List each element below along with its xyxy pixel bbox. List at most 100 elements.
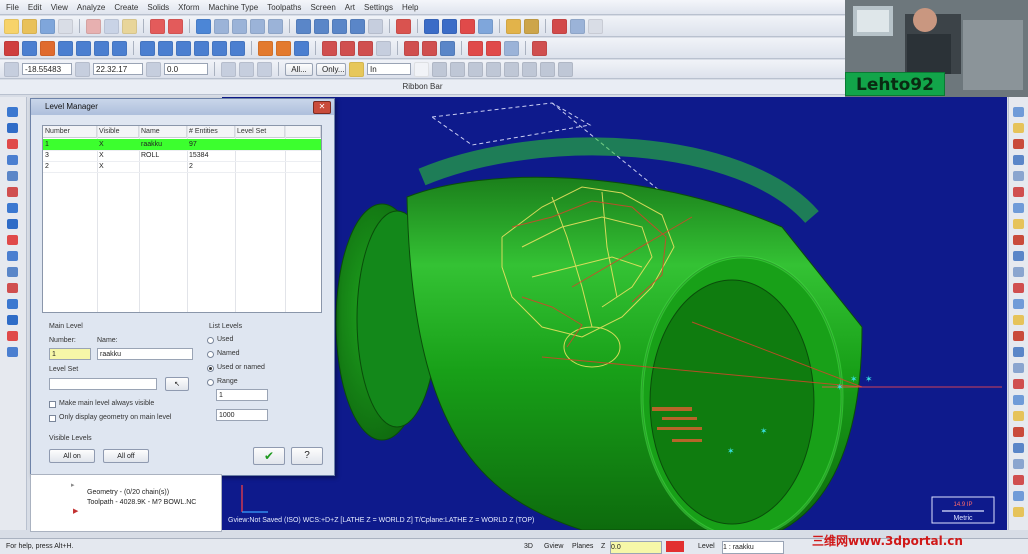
snap-icon[interactable] (221, 61, 236, 77)
radio-range[interactable] (207, 379, 214, 386)
rail-tool-icon[interactable] (7, 251, 18, 261)
rail-tool-icon[interactable] (7, 283, 18, 293)
analyze-icon[interactable] (424, 18, 439, 34)
rail-tool-icon[interactable] (1013, 187, 1024, 197)
ok-check-icon[interactable]: ✔ (253, 447, 285, 465)
surface-ruled-icon[interactable] (440, 40, 455, 56)
post-icon[interactable] (524, 18, 539, 34)
autocursor-icon[interactable] (4, 61, 19, 77)
x-coordinate-field[interactable]: -18.55483 (22, 63, 72, 75)
join-icon[interactable] (176, 40, 191, 56)
rail-tool-icon[interactable] (1013, 379, 1024, 389)
rail-tool-icon[interactable] (1013, 491, 1024, 501)
copy-icon[interactable] (104, 18, 119, 34)
line-icon[interactable] (22, 40, 37, 56)
rail-tool-icon[interactable] (1013, 427, 1024, 437)
translate-icon[interactable] (276, 40, 291, 56)
backplot-icon[interactable] (478, 18, 493, 34)
stock-icon[interactable] (532, 40, 547, 56)
zoom-icon[interactable] (250, 18, 265, 34)
wireframe-icon[interactable] (368, 18, 383, 34)
solid-select-icon[interactable] (504, 61, 519, 77)
rail-tool-icon[interactable] (1013, 107, 1024, 117)
range-to-input[interactable]: 1000 (216, 409, 268, 421)
rail-tool-icon[interactable] (1013, 267, 1024, 277)
select-all-button[interactable]: All... (285, 62, 313, 76)
redo-icon[interactable] (168, 18, 183, 34)
gview-button[interactable]: Gview (544, 541, 563, 552)
fillet-icon[interactable] (76, 40, 91, 56)
rail-tool-icon[interactable] (7, 203, 18, 213)
lathe-finish-icon[interactable] (486, 40, 501, 56)
check-icon[interactable] (552, 18, 567, 34)
solid-sweep-icon[interactable] (358, 40, 373, 56)
left-toolbar-icons[interactable] (0, 97, 26, 530)
table-row[interactable]: 2 X 2 (43, 161, 321, 173)
lathe-groove-icon[interactable] (504, 40, 519, 56)
all-on-button[interactable]: All on (49, 449, 95, 463)
surface-loft-icon[interactable] (422, 40, 437, 56)
view-side-icon[interactable] (332, 18, 347, 34)
area-select-icon[interactable] (486, 61, 501, 77)
menu-item-help[interactable]: Help (402, 3, 418, 12)
offset-icon[interactable] (194, 40, 209, 56)
radio-used[interactable] (207, 337, 214, 344)
zoom-window-icon[interactable] (214, 18, 229, 34)
rail-tool-icon[interactable] (1013, 459, 1024, 469)
trim-icon[interactable] (140, 40, 155, 56)
grid-icon[interactable] (239, 61, 254, 77)
rail-tool-icon[interactable] (1013, 251, 1024, 261)
rail-tool-icon[interactable] (1013, 203, 1024, 213)
col-header-level-set[interactable]: Level Set (235, 126, 285, 138)
col-header-entities[interactable]: # Entities (187, 126, 235, 138)
toolpath-icon[interactable] (460, 18, 475, 34)
menu-item-screen[interactable]: Screen (310, 3, 335, 12)
rail-tool-icon[interactable] (1013, 475, 1024, 485)
tree-item-geometry[interactable]: Geometry - (0/20 chain(s)) (87, 489, 169, 496)
always-visible-checkbox[interactable] (49, 401, 56, 408)
rail-tool-icon[interactable] (1013, 123, 1024, 133)
rail-tool-icon[interactable] (7, 139, 18, 149)
menu-item-create[interactable]: Create (114, 3, 138, 12)
color-select-icon[interactable] (522, 61, 537, 77)
open-file-icon[interactable] (22, 18, 37, 34)
menu-item-machine-type[interactable]: Machine Type (209, 3, 259, 12)
lathe-rough-icon[interactable] (468, 40, 483, 56)
rotate-icon[interactable] (230, 40, 245, 56)
rail-tool-icon[interactable] (1013, 395, 1024, 405)
close-icon[interactable]: ✕ (313, 101, 331, 114)
menu-item-settings[interactable]: Settings (364, 3, 393, 12)
rail-tool-icon[interactable] (1013, 155, 1024, 165)
ortho-icon[interactable] (257, 61, 272, 77)
select-cursor-icon[interactable] (349, 61, 364, 77)
col-header-name[interactable]: Name (139, 126, 187, 138)
menu-item-edit[interactable]: Edit (28, 3, 42, 12)
point-icon[interactable] (4, 40, 19, 56)
verify-icon[interactable] (506, 18, 521, 34)
save-icon[interactable] (40, 18, 55, 34)
chamfer-icon[interactable] (94, 40, 109, 56)
rail-tool-icon[interactable] (1013, 299, 1024, 309)
rail-tool-icon[interactable] (1013, 363, 1024, 373)
rail-tool-icon[interactable] (7, 299, 18, 309)
y-coordinate-field[interactable]: 22.32.17 (93, 63, 143, 75)
range-from-input[interactable]: 1 (216, 389, 268, 401)
menu-item-file[interactable]: File (6, 3, 19, 12)
menu-item-analyze[interactable]: Analyze (77, 3, 105, 12)
rail-tool-icon[interactable] (7, 123, 18, 133)
right-toolbar-icons[interactable] (1009, 97, 1028, 530)
radio-used-or-named[interactable] (207, 365, 214, 372)
rail-tool-icon[interactable] (1013, 411, 1024, 421)
rail-tool-icon[interactable] (1013, 235, 1024, 245)
rail-tool-icon[interactable] (1013, 171, 1024, 181)
rail-tool-icon[interactable] (7, 267, 18, 277)
verify-select-icon[interactable] (558, 61, 573, 77)
color-swatch[interactable] (666, 541, 684, 552)
tree-item-toolpath[interactable]: Toolpath - 4028.9K - M? BOWL.NC (87, 499, 196, 506)
solid-extrude-icon[interactable] (322, 40, 337, 56)
settings-icon[interactable] (396, 18, 411, 34)
menu-item-view[interactable]: View (51, 3, 68, 12)
main-level-name-input[interactable]: raakku (97, 348, 193, 360)
rail-tool-icon[interactable] (1013, 283, 1024, 293)
circle-icon[interactable] (40, 40, 55, 56)
